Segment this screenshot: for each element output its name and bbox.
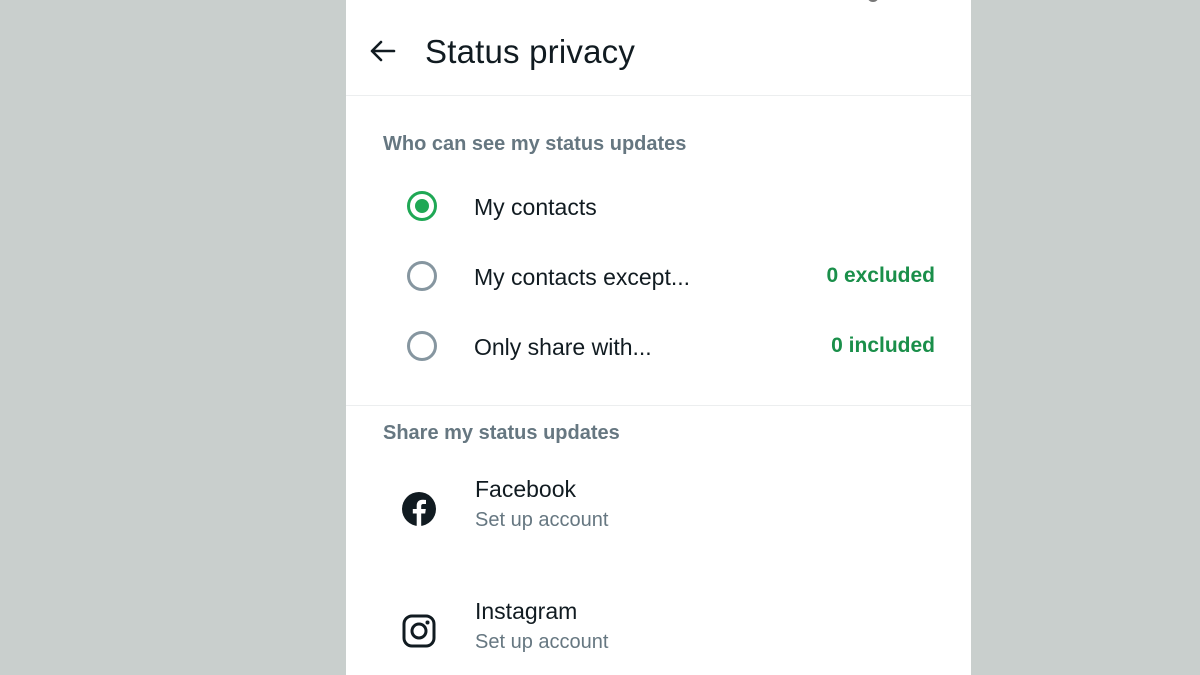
radio-selected-icon[interactable]	[407, 191, 437, 221]
section-divider	[346, 405, 971, 406]
instagram-icon	[402, 614, 436, 648]
app-bar: Status privacy	[346, 0, 971, 96]
account-subtitle: Set up account	[475, 509, 609, 531]
phone-screen: Status privacy Who can see my status upd…	[346, 0, 971, 675]
option-label: My contacts except...	[474, 264, 691, 290]
option-label: My contacts	[474, 194, 597, 220]
included-count: 0 included	[831, 334, 935, 357]
radio-unselected-icon[interactable]	[407, 261, 437, 291]
option-my-contacts-except[interactable]: My contacts except... 0 excluded	[346, 244, 971, 308]
account-name: Facebook	[475, 476, 577, 502]
share-section-label: Share my status updates	[383, 422, 620, 444]
facebook-account-row[interactable]: Facebook Set up account	[346, 466, 971, 556]
account-name: Instagram	[475, 598, 578, 624]
radio-unselected-icon[interactable]	[407, 331, 437, 361]
option-only-share-with[interactable]: Only share with... 0 included	[346, 314, 971, 378]
option-my-contacts[interactable]: My contacts	[346, 174, 971, 238]
arrow-left-icon	[370, 40, 396, 62]
option-label: Only share with...	[474, 334, 652, 360]
page-title: Status privacy	[425, 33, 636, 70]
facebook-icon	[402, 492, 436, 526]
instagram-account-row[interactable]: Instagram Set up account	[346, 588, 971, 675]
audience-section-label: Who can see my status updates	[383, 133, 687, 155]
account-subtitle: Set up account	[475, 631, 609, 653]
excluded-count: 0 excluded	[826, 264, 935, 287]
back-button[interactable]	[368, 36, 398, 66]
